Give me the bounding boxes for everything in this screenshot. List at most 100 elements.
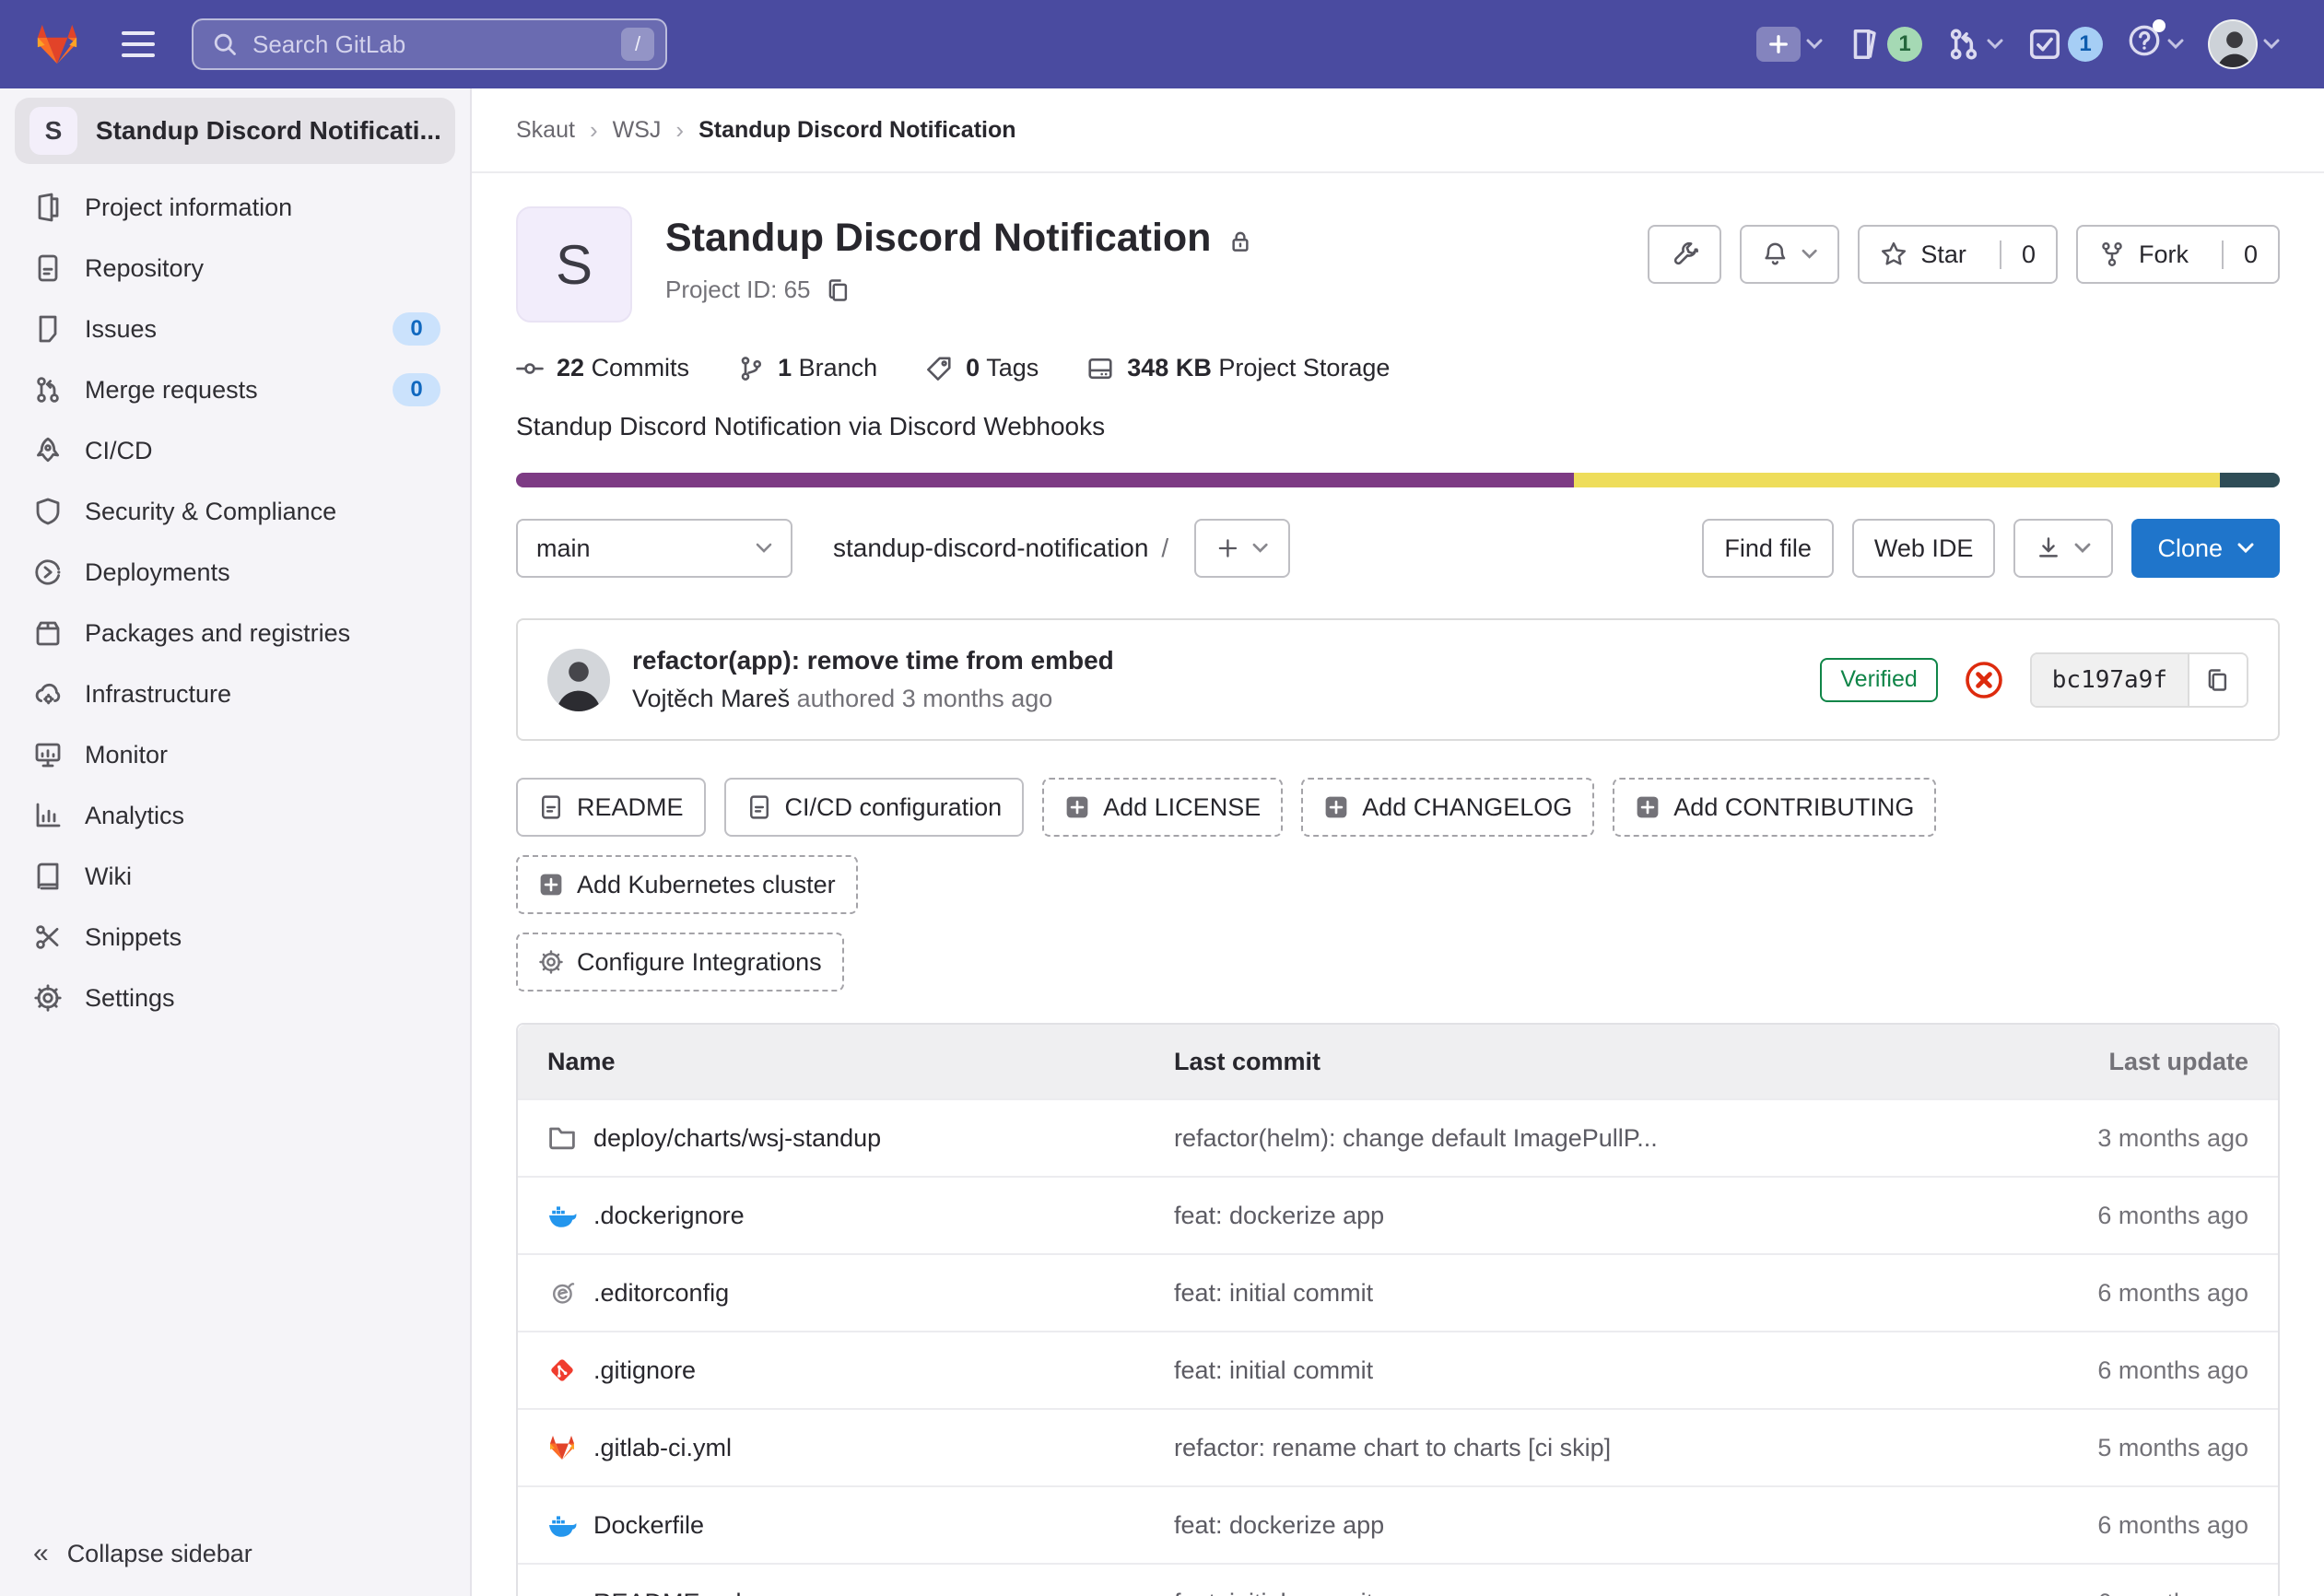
settings-wrench-button[interactable] [1648,225,1721,284]
chevron-down-icon [1252,543,1268,554]
gitlab-logo-icon[interactable] [33,21,81,67]
commit-message-link[interactable]: feat: initial commit [1144,1356,1965,1385]
sidebar-item-label: Repository [85,254,204,283]
issues-icon [33,314,63,344]
copy-sha-button[interactable] [2188,654,2247,706]
language-segment-1 [516,473,1574,487]
user-avatar [2208,19,2258,69]
sidebar-item-project-information[interactable]: Project information [0,177,470,238]
tags-stat[interactable]: 0 Tags [925,354,1039,382]
sidebar-item-security[interactable]: Security & Compliance [0,481,470,542]
commit-message-link[interactable]: refactor: rename chart to charts [ci ski… [1144,1434,1965,1462]
cicd-config-button[interactable]: CI/CD configuration [724,778,1025,837]
commit-message-link[interactable]: feat: dockerize app [1144,1511,1965,1540]
disk-icon [1086,355,1114,382]
global-search[interactable]: / [192,18,667,70]
table-row[interactable]: .dockerignore feat: dockerize app 6 mont… [518,1176,2278,1253]
chart-icon [33,801,63,830]
language-bar[interactable] [516,473,2280,487]
branches-stat[interactable]: 1 Branch [737,354,877,382]
sidebar-item-monitor[interactable]: Monitor [0,724,470,785]
merge-requests-menu-button[interactable] [1946,27,2003,62]
add-changelog-button[interactable]: Add CHANGELOG [1301,778,1594,837]
sidebar-item-label: Deployments [85,558,230,587]
project-info-icon [33,193,63,222]
commit-message-link[interactable]: refactor(helm): change default ImagePull… [1144,1124,1965,1153]
storage-stat[interactable]: 348 KB Project Storage [1086,354,1390,382]
commit-message-link[interactable]: feat: dockerize app [1144,1202,1965,1230]
commit-message-link[interactable]: feat: initial commit [1144,1589,1965,1596]
sidebar-item-analytics[interactable]: Analytics [0,785,470,846]
search-input[interactable] [238,30,621,59]
commit-message-link[interactable]: feat: initial commit [1144,1279,1965,1308]
breadcrumb-group[interactable]: Skaut [516,117,575,144]
table-row[interactable]: README.md feat: initial commit 6 months … [518,1563,2278,1596]
sidebar-project-header[interactable]: S Standup Discord Notificati... [15,98,455,164]
sidebar-item-deployments[interactable]: Deployments [0,542,470,603]
file-link[interactable]: .gitlab-ci.yml [593,1434,732,1462]
commit-title-link[interactable]: refactor(app): remove time from embed [632,646,1114,675]
sidebar-item-packages[interactable]: Packages and registries [0,603,470,663]
commits-stat[interactable]: 22 Commits [516,354,689,382]
web-ide-button[interactable]: Web IDE [1852,519,1996,578]
todos-menu-button[interactable]: 1 [2027,27,2103,62]
commit-sha-group: bc197a9f [2030,652,2248,708]
branch-selector[interactable]: main [516,519,792,578]
sidebar-item-issues[interactable]: Issues 0 [0,299,470,359]
sidebar-item-cicd[interactable]: CI/CD [0,420,470,481]
sidebar-item-label: Settings [85,984,175,1013]
add-file-button[interactable] [1194,519,1290,578]
find-file-button[interactable]: Find file [1702,519,1834,578]
pipeline-failed-icon[interactable] [1964,660,2004,700]
new-menu-button[interactable] [1756,27,1823,62]
sidebar-item-settings[interactable]: Settings [0,968,470,1028]
add-license-button[interactable]: Add LICENSE [1042,778,1283,837]
file-link[interactable]: Dockerfile [593,1511,704,1540]
user-menu-button[interactable] [2208,19,2280,69]
file-link[interactable]: deploy/charts/wsj-standup [593,1124,881,1153]
configure-integrations-button[interactable]: Configure Integrations [516,933,844,992]
sidebar-item-wiki[interactable]: Wiki [0,846,470,907]
sidebar-item-merge-requests[interactable]: Merge requests 0 [0,359,470,420]
notifications-button[interactable] [1740,225,1839,284]
issues-count-badge: 1 [1887,27,1922,62]
repo-path-name[interactable]: standup-discord-notification [833,534,1148,562]
last-update: 6 months ago [1965,1589,2278,1596]
table-row[interactable]: deploy/charts/wsj-standup refactor(helm)… [518,1098,2278,1176]
collapse-sidebar-button[interactable]: « Collapse sidebar [0,1511,470,1596]
table-row[interactable]: .gitignore feat: initial commit 6 months… [518,1331,2278,1408]
project-avatar: S [516,206,632,323]
clone-button[interactable]: Clone [2131,519,2280,578]
file-link[interactable]: .editorconfig [593,1279,729,1308]
copy-id-icon[interactable] [826,277,851,303]
issues-menu-button[interactable]: 1 [1847,27,1922,62]
plus-square-icon [538,872,564,898]
last-update: 3 months ago [1965,1124,2278,1153]
file-link[interactable]: README.md [593,1589,742,1596]
table-row[interactable]: .gitlab-ci.yml refactor: rename chart to… [518,1408,2278,1485]
add-kubernetes-button[interactable]: Add Kubernetes cluster [516,855,858,914]
sidebar-item-infrastructure[interactable]: Infrastructure [0,663,470,724]
download-button[interactable] [2013,519,2113,578]
sidebar-item-label: Security & Compliance [85,498,336,526]
star-button[interactable]: Star 0 [1858,225,2058,284]
readme-button[interactable]: README [516,778,706,837]
sidebar-item-label: Packages and registries [85,619,350,648]
table-row[interactable]: .editorconfig feat: initial commit 6 mon… [518,1253,2278,1331]
commit-author-link[interactable]: Vojtěch Mareš [632,685,790,712]
menu-hamburger-icon[interactable] [107,15,170,74]
help-menu-button[interactable] [2127,23,2184,65]
fork-count[interactable]: 0 [2222,241,2278,269]
breadcrumb-subgroup[interactable]: WSJ [613,117,662,144]
file-link[interactable]: .dockerignore [593,1202,745,1230]
table-row[interactable]: Dockerfile feat: dockerize app 6 months … [518,1485,2278,1563]
fork-button[interactable]: Fork 0 [2076,225,2280,284]
star-count[interactable]: 0 [2000,241,2056,269]
sidebar-item-repository[interactable]: Repository [0,238,470,299]
gitlab-project-page: / 1 1 [0,0,2324,1596]
file-link[interactable]: .gitignore [593,1356,696,1385]
add-contributing-button[interactable]: Add CONTRIBUTING [1613,778,1936,837]
author-avatar[interactable] [547,649,610,711]
verified-badge[interactable]: Verified [1820,658,1937,702]
sidebar-item-snippets[interactable]: Snippets [0,907,470,968]
